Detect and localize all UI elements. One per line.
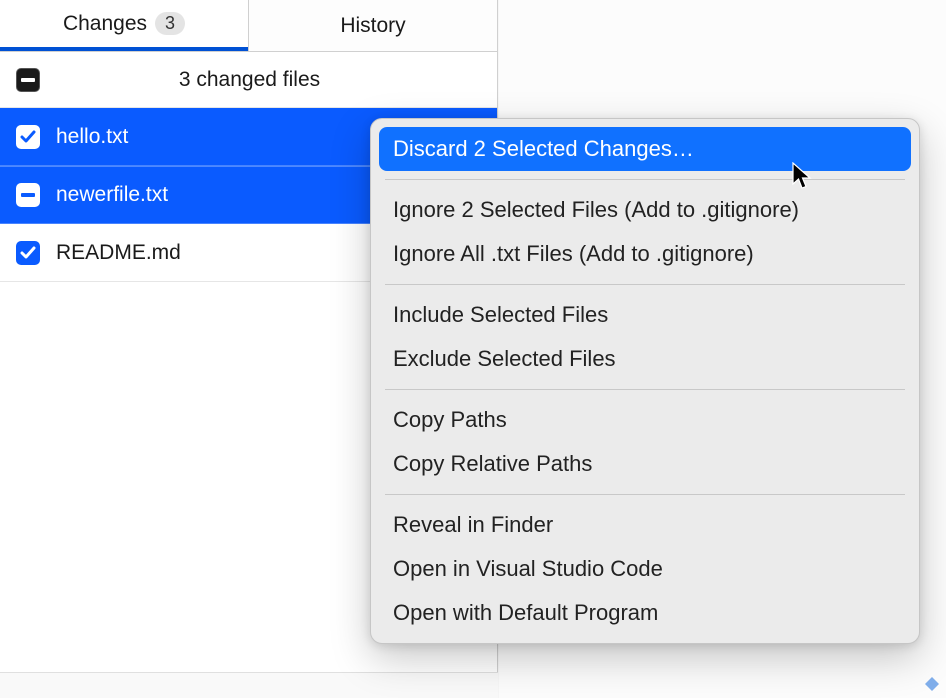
summary-text: 3 changed files [18, 68, 481, 92]
menu-separator [385, 389, 905, 390]
tab-changes[interactable]: Changes 3 [0, 0, 248, 51]
menu-copy-relative-paths[interactable]: Copy Relative Paths [379, 442, 911, 486]
tab-changes-badge: 3 [155, 12, 185, 35]
file-checkbox[interactable] [16, 183, 40, 207]
menu-reveal-finder[interactable]: Reveal in Finder [379, 503, 911, 547]
menu-include-selected[interactable]: Include Selected Files [379, 293, 911, 337]
file-checkbox[interactable] [16, 125, 40, 149]
tab-history[interactable]: History [248, 0, 497, 51]
menu-separator [385, 494, 905, 495]
menu-separator [385, 179, 905, 180]
summary-row: 3 changed files [0, 52, 497, 108]
file-checkbox[interactable] [16, 241, 40, 265]
tab-bar: Changes 3 History [0, 0, 497, 52]
menu-separator [385, 284, 905, 285]
menu-discard-changes[interactable]: Discard 2 Selected Changes… [379, 127, 911, 171]
context-menu: Discard 2 Selected Changes… Ignore 2 Sel… [370, 118, 920, 644]
menu-ignore-extension[interactable]: Ignore All .txt Files (Add to .gitignore… [379, 232, 911, 276]
tab-history-label: History [340, 14, 405, 38]
menu-exclude-selected[interactable]: Exclude Selected Files [379, 337, 911, 381]
sidebar-footer [0, 672, 498, 698]
menu-open-vscode[interactable]: Open in Visual Studio Code [379, 547, 911, 591]
tab-changes-label: Changes [63, 12, 147, 36]
diff-resize-icon [924, 676, 940, 692]
menu-open-default[interactable]: Open with Default Program [379, 591, 911, 635]
menu-ignore-selected[interactable]: Ignore 2 Selected Files (Add to .gitigno… [379, 188, 911, 232]
menu-copy-paths[interactable]: Copy Paths [379, 398, 911, 442]
